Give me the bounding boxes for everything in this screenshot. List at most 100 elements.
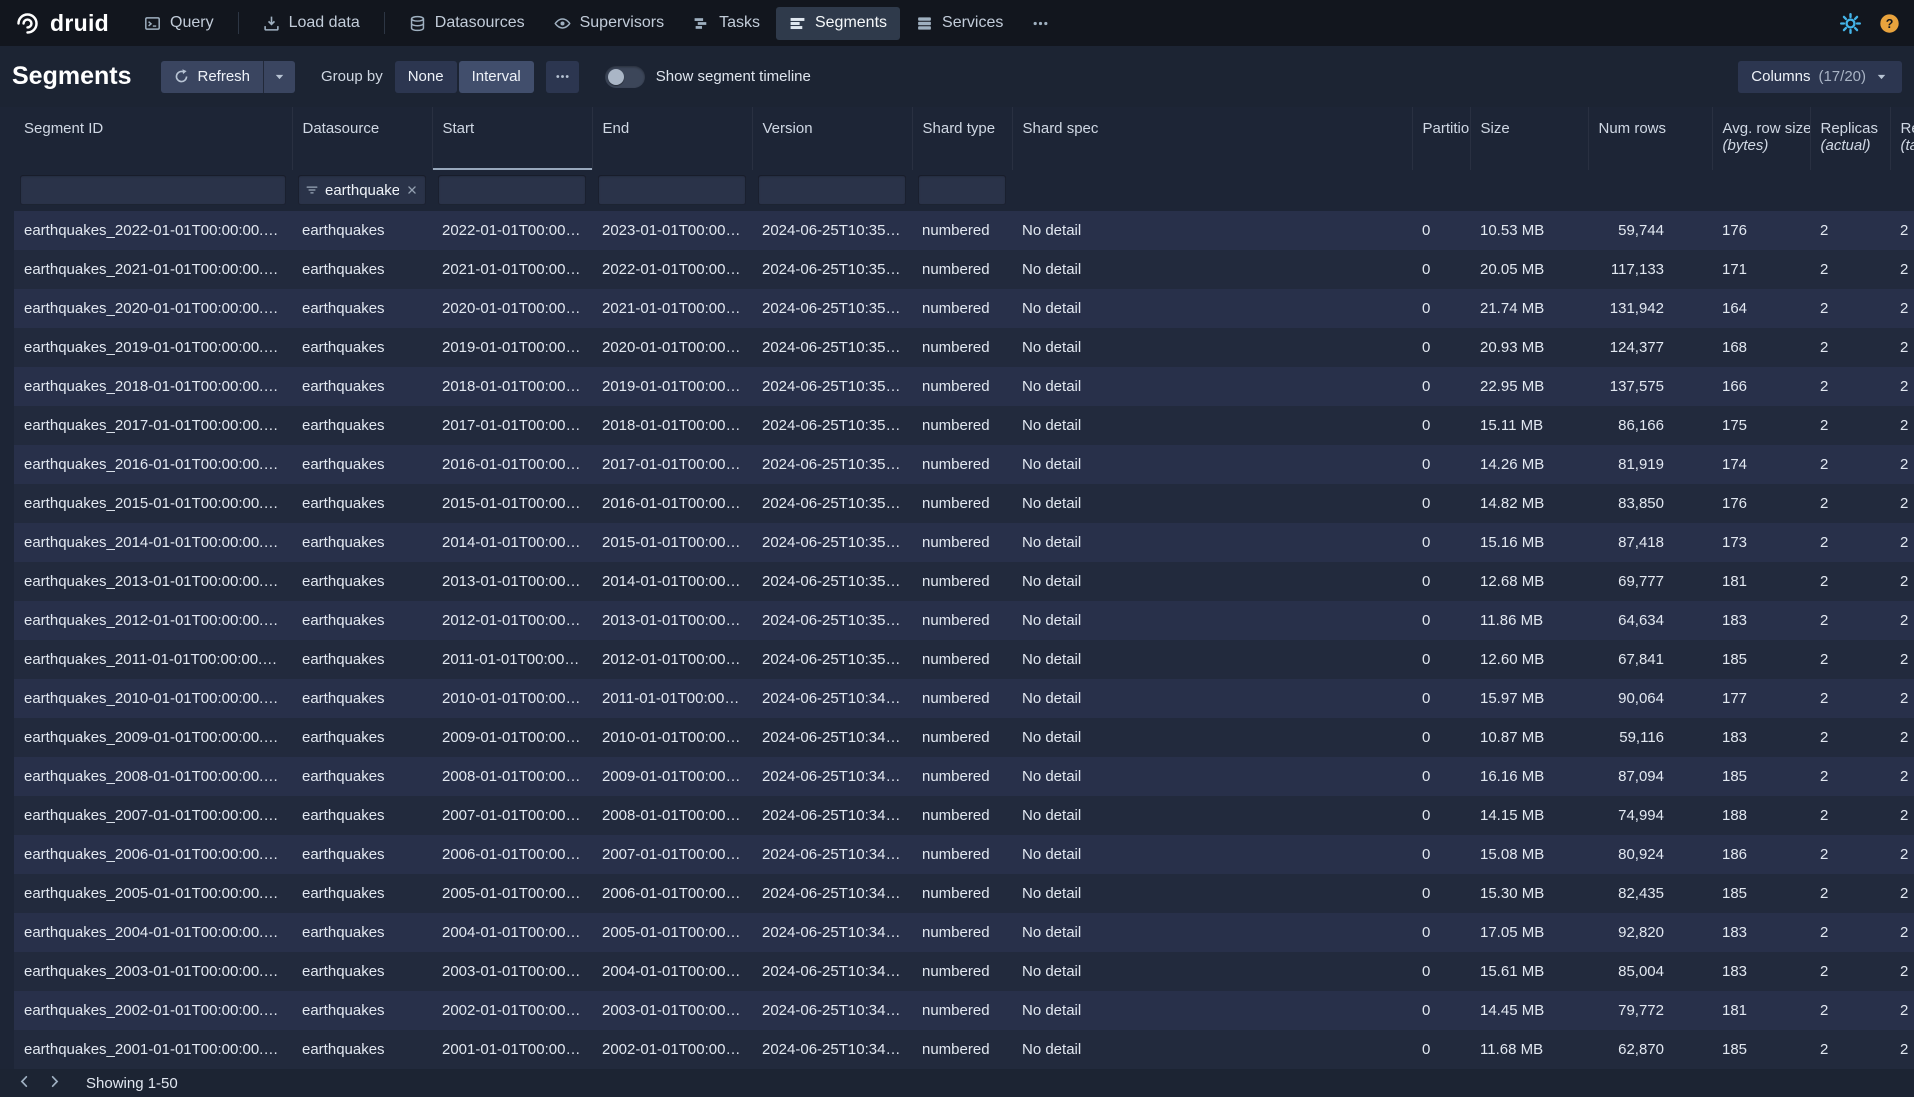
- column-label: Avg. row size: [1723, 120, 1800, 137]
- cell-partition: 0: [1412, 289, 1470, 328]
- columns-button[interactable]: Columns (17/20): [1738, 61, 1902, 93]
- column-header-size[interactable]: Size: [1470, 107, 1588, 170]
- nav-item-tasks[interactable]: Tasks: [680, 7, 773, 40]
- brand-text: druid: [50, 10, 109, 37]
- help-icon[interactable]: ?: [1879, 13, 1900, 34]
- cell-shard_spec: No detail: [1012, 991, 1412, 1030]
- column-label: Partition: [1423, 120, 1460, 137]
- filter-cell-shard_type: [912, 170, 1012, 211]
- cell-datasource: earthquakes: [292, 640, 432, 679]
- cell-avg_row_size: 171: [1712, 250, 1810, 289]
- cell-version: 2024-06-25T10:35:2...: [752, 289, 912, 328]
- column-header-partition[interactable]: Partition: [1412, 107, 1470, 170]
- group-by-option-none[interactable]: None: [395, 61, 457, 93]
- cell-partition: 0: [1412, 991, 1470, 1030]
- cell-avg_row_size: 185: [1712, 874, 1810, 913]
- nav-item-segments[interactable]: Segments: [776, 7, 900, 40]
- column-header-shard_type[interactable]: Shard type: [912, 107, 1012, 170]
- nav-item-label: Load data: [289, 14, 360, 32]
- cell-version: 2024-06-25T10:35:1...: [752, 328, 912, 367]
- cell-version: 2024-06-25T10:35:0...: [752, 523, 912, 562]
- column-header-segment_id[interactable]: Segment ID: [14, 107, 292, 170]
- cell-avg_row_size: 175: [1712, 406, 1810, 445]
- cell-datasource: earthquakes: [292, 445, 432, 484]
- cell-shard_type: numbered: [912, 445, 1012, 484]
- refresh-button[interactable]: Refresh: [161, 61, 263, 93]
- filter-cell-start: [432, 170, 592, 211]
- cell-size: 17.05 MB: [1470, 913, 1588, 952]
- column-header-end[interactable]: End: [592, 107, 752, 170]
- cell-shard_spec: No detail: [1012, 523, 1412, 562]
- refresh-dropdown-button[interactable]: [263, 61, 295, 93]
- version-filter-input[interactable]: [758, 175, 906, 205]
- cell-shard_spec: No detail: [1012, 562, 1412, 601]
- previous-page-button[interactable]: [10, 1071, 38, 1095]
- cell-repl_factor: 2: [1890, 250, 1914, 289]
- cell-avg_row_size: 183: [1712, 601, 1810, 640]
- cell-segment_id: earthquakes_2017-01-01T00:00:00.00...: [14, 406, 292, 445]
- cell-version: 2024-06-25T10:35:2...: [752, 250, 912, 289]
- settings-gear-icon[interactable]: [1840, 13, 1861, 34]
- view-header: Segments Refresh Group by NoneInterval S…: [0, 46, 1914, 107]
- column-header-start[interactable]: Start: [432, 107, 592, 170]
- shard_type-filter-input[interactable]: [918, 175, 1006, 205]
- column-header-shard_spec[interactable]: Shard spec: [1012, 107, 1412, 170]
- datasource-filter-input[interactable]: earthquakes: [298, 175, 426, 205]
- nav-item-load-data[interactable]: Load data: [250, 7, 373, 40]
- cell-avg_row_size: 185: [1712, 640, 1810, 679]
- segment_id-filter-input[interactable]: [20, 175, 286, 205]
- cell-repl_factor: 2: [1890, 445, 1914, 484]
- column-header-num_rows[interactable]: Num rows: [1588, 107, 1712, 170]
- cell-replicas: 2: [1810, 484, 1890, 523]
- column-header-version[interactable]: Version: [752, 107, 912, 170]
- cell-num_rows: 85,004: [1588, 952, 1712, 991]
- druid-logo-icon: [14, 10, 41, 37]
- more-options-button[interactable]: [546, 61, 579, 93]
- next-page-button[interactable]: [40, 1071, 68, 1095]
- cell-avg_row_size: 188: [1712, 796, 1810, 835]
- column-sublabel: (actual): [1821, 137, 1880, 154]
- nav-item-more[interactable]: [1019, 7, 1062, 40]
- cell-size: 15.97 MB: [1470, 679, 1588, 718]
- filter-cell-partition: [1412, 170, 1470, 211]
- filter-cell-num_rows: [1588, 170, 1712, 211]
- nav-item-services[interactable]: Services: [903, 7, 1016, 40]
- toggle-switch-knob[interactable]: [605, 66, 645, 88]
- chevron-left-icon: [17, 1074, 32, 1092]
- cell-num_rows: 82,435: [1588, 874, 1712, 913]
- cell-end: 2004-01-01T00:00:0...: [592, 952, 752, 991]
- druid-logo[interactable]: druid: [14, 10, 109, 37]
- column-label: Shard spec: [1023, 120, 1402, 137]
- column-header-repl_factor[interactable]: Replication factor(target): [1890, 107, 1914, 170]
- remove-tag-icon[interactable]: [405, 183, 419, 197]
- segment-row: earthquakes_2007-01-01T00:00:00.00...ear…: [14, 796, 1914, 835]
- column-header-replicas[interactable]: Replicas(actual): [1810, 107, 1890, 170]
- column-header-datasource[interactable]: Datasource: [292, 107, 432, 170]
- cell-shard_type: numbered: [912, 913, 1012, 952]
- cell-avg_row_size: 166: [1712, 367, 1810, 406]
- nav-item-datasources[interactable]: Datasources: [396, 7, 538, 40]
- cell-shard_type: numbered: [912, 484, 1012, 523]
- cell-num_rows: 83,850: [1588, 484, 1712, 523]
- segment-timeline-toggle[interactable]: Show segment timeline: [605, 66, 811, 88]
- nav-item-supervisors[interactable]: Supervisors: [541, 7, 677, 40]
- cell-repl_factor: 2: [1890, 913, 1914, 952]
- cell-version: 2024-06-25T10:35:2...: [752, 211, 912, 250]
- nav-item-label: Services: [942, 14, 1003, 32]
- cell-partition: 0: [1412, 1030, 1470, 1069]
- cell-repl_factor: 2: [1890, 601, 1914, 640]
- start-filter-input[interactable]: [438, 175, 586, 205]
- cell-datasource: earthquakes: [292, 562, 432, 601]
- nav-item-query[interactable]: Query: [131, 7, 227, 40]
- cell-size: 15.30 MB: [1470, 874, 1588, 913]
- load-data-icon: [263, 15, 280, 32]
- end-filter-input[interactable]: [598, 175, 746, 205]
- column-header-avg_row_size[interactable]: Avg. row size(bytes): [1712, 107, 1810, 170]
- cell-end: 2008-01-01T00:00:0...: [592, 796, 752, 835]
- cell-shard_type: numbered: [912, 523, 1012, 562]
- group-by-option-interval[interactable]: Interval: [459, 61, 534, 93]
- cell-shard_spec: No detail: [1012, 445, 1412, 484]
- cell-datasource: earthquakes: [292, 250, 432, 289]
- cell-version: 2024-06-25T10:34:5...: [752, 679, 912, 718]
- cell-shard_spec: No detail: [1012, 640, 1412, 679]
